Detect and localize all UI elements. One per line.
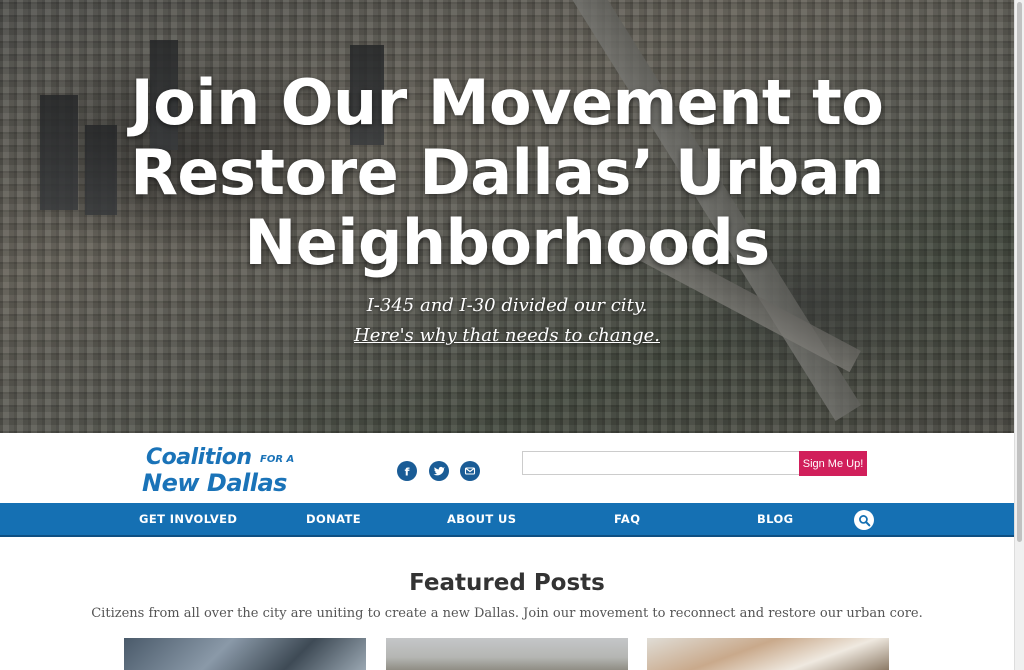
logo-line2: New Dallas <box>142 469 287 497</box>
scrollbar-thumb[interactable] <box>1017 2 1022 542</box>
hero-subline: I-345 and I-30 divided our city. <box>366 295 648 316</box>
search-icon[interactable] <box>854 510 874 530</box>
page-scrollbar[interactable] <box>1014 0 1024 670</box>
hero-banner: Join Our Movement to Restore Dallas’ Urb… <box>0 0 1014 433</box>
featured-post-card[interactable] <box>124 638 366 670</box>
nav-item-get-involved[interactable]: GET INVOLVED <box>139 512 237 526</box>
featured-posts-description: Citizens from all over the city are unit… <box>91 606 923 621</box>
hero-headline: Join Our Movement to Restore Dallas’ Urb… <box>130 66 884 279</box>
featured-post-card[interactable] <box>647 638 889 670</box>
sign-me-up-button[interactable]: Sign Me Up! <box>799 451 867 476</box>
nav-item-blog[interactable]: BLOG <box>757 512 794 526</box>
page: Join Our Movement to Restore Dallas’ Urb… <box>0 0 1014 670</box>
signup-email-input[interactable] <box>522 451 800 475</box>
nav-item-donate[interactable]: DONATE <box>306 512 361 526</box>
main-nav: GET INVOLVED DONATE ABOUT US FAQ BLOG <box>0 503 1014 537</box>
featured-posts-title: Featured Posts <box>409 570 605 596</box>
email-icon[interactable] <box>460 461 480 481</box>
svg-text:f: f <box>405 466 410 478</box>
nav-item-faq[interactable]: FAQ <box>614 512 640 526</box>
facebook-icon[interactable]: f <box>397 461 417 481</box>
hero-why-link[interactable]: Here's why that needs to change. <box>200 325 814 346</box>
featured-post-card[interactable] <box>386 638 628 670</box>
nav-item-about-us[interactable]: ABOUT US <box>447 512 516 526</box>
twitter-icon[interactable] <box>429 461 449 481</box>
logo-line1-small: FOR A <box>260 454 295 465</box>
logo-line1: Coalition <box>146 445 252 470</box>
